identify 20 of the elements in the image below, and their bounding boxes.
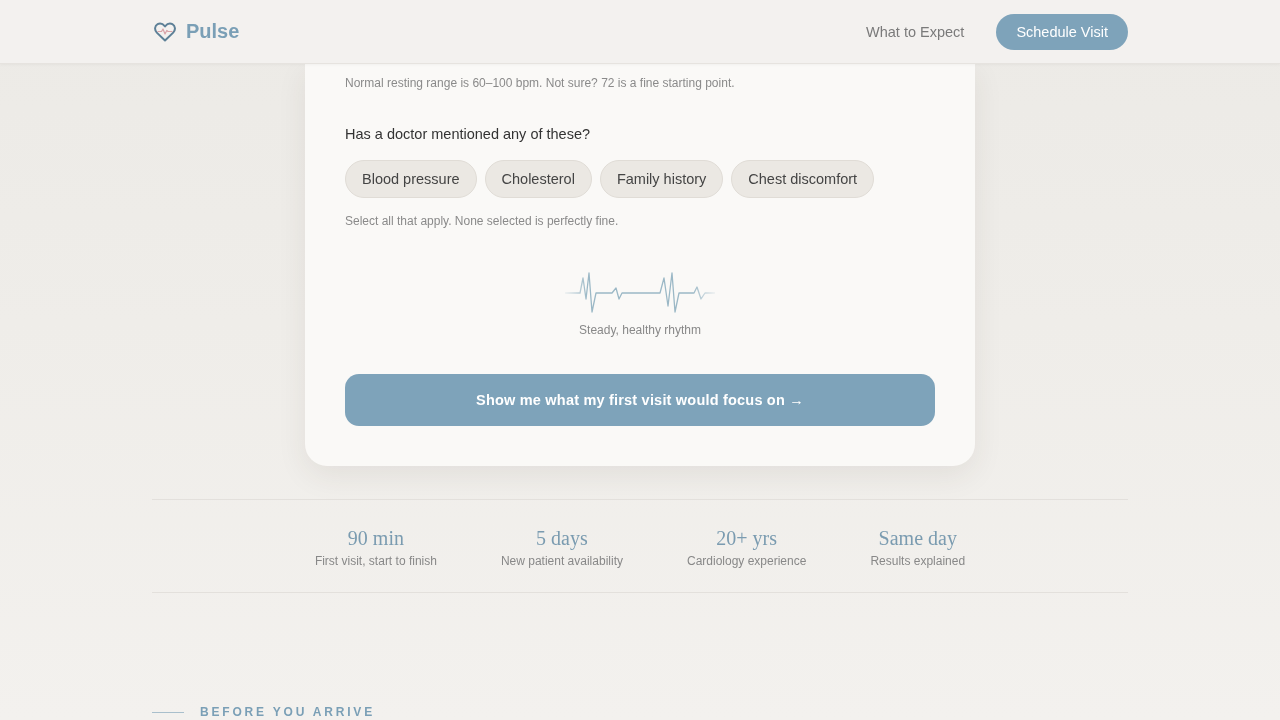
stat-value: 20+ yrs: [716, 526, 778, 551]
question-label: Has a doctor mentioned any of these?: [345, 125, 592, 143]
stat-label: Cardiology experience: [686, 553, 807, 569]
stat-label: New patient availability: [500, 553, 623, 569]
hint-text: Normal resting range is 60–100 bpm. Not sure? 72 is a fine starting point.: [345, 75, 736, 92]
helper-text: Select all that apply. None selected is perfectly fine.: [345, 213, 620, 230]
option-chip[interactable]: Cholesterol: [484, 160, 592, 198]
stat-value: 5 days: [536, 526, 588, 551]
stat-value: Same day: [878, 526, 957, 551]
rhythm-caption: Steady, healthy rhythm: [579, 322, 701, 339]
option-chip[interactable]: Blood pressure: [345, 160, 477, 198]
heart-pulse-icon: [154, 21, 176, 42]
stat-label: First visit, start to finish: [314, 553, 437, 569]
brand-name: Pulse: [186, 20, 240, 43]
nav-link[interactable]: What to Expect: [866, 23, 965, 40]
stat-label: Results explained: [870, 553, 966, 569]
option-chip[interactable]: Family history: [599, 160, 724, 198]
stat-value: 90 min: [347, 526, 404, 551]
option-chip[interactable]: Chest discomfort: [731, 160, 875, 198]
section-eyebrow: BEFORE YOU ARRIVE: [200, 705, 375, 719]
